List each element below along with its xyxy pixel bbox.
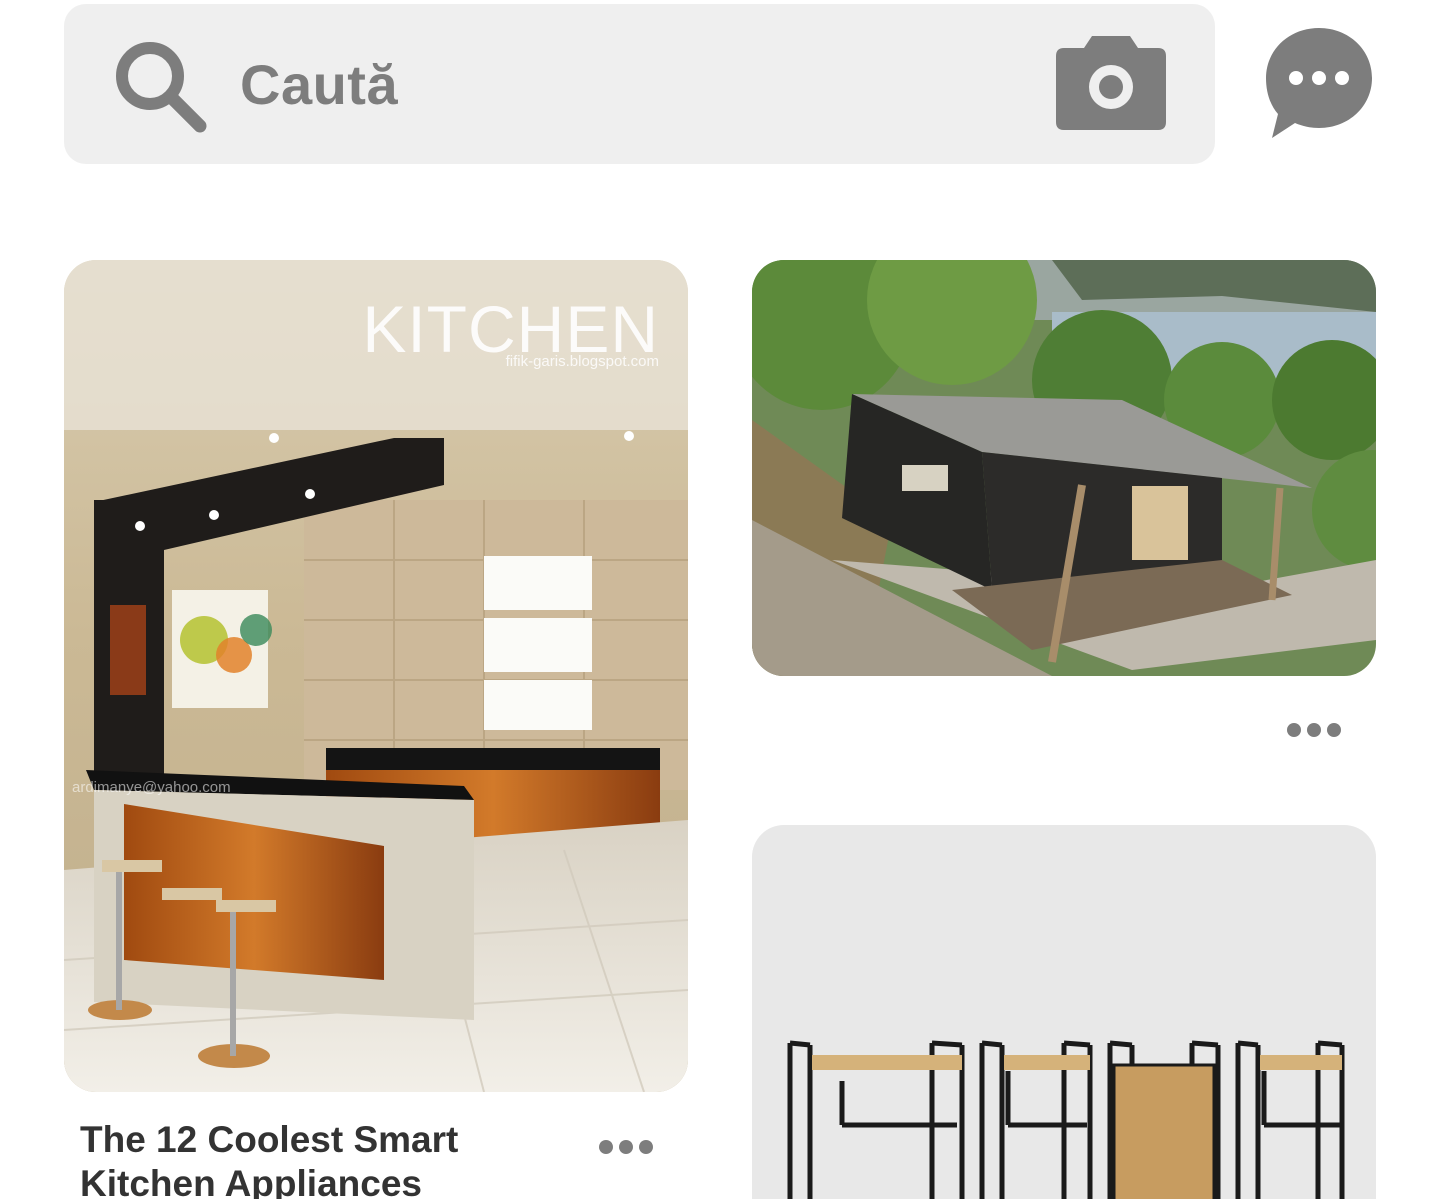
more-options-icon[interactable] — [598, 1139, 654, 1155]
shelving-units-image — [752, 825, 1376, 1199]
svg-text:fifik-garis.blogspot.com: fifik-garis.blogspot.com — [506, 353, 659, 370]
search-bar[interactable] — [64, 4, 1215, 164]
pin-title[interactable]: The 12 Coolest Smart Kitchen Appliances — [80, 1118, 550, 1199]
pin-card-kitchen[interactable]: KITCHEN fifik-garis.blogspot.com ardiman… — [64, 260, 688, 1092]
more-options-icon[interactable] — [1286, 722, 1342, 738]
pin-card-furniture[interactable] — [752, 825, 1376, 1199]
home-feed: Caută KITCHEN fifik-garis.blogspot.com a… — [0, 0, 1440, 1199]
camera-icon[interactable] — [1054, 34, 1168, 132]
messages-icon[interactable] — [1264, 26, 1374, 140]
kitchen-interior-image: KITCHEN fifik-garis.blogspot.com ardiman… — [64, 260, 688, 1092]
pin-card-cabin[interactable] — [752, 260, 1376, 676]
search-input[interactable]: Caută — [240, 52, 398, 117]
search-icon — [116, 42, 207, 133]
black-cabin-lake-image — [752, 260, 1376, 676]
svg-text:ardimanye@yahoo.com: ardimanye@yahoo.com — [72, 779, 231, 796]
